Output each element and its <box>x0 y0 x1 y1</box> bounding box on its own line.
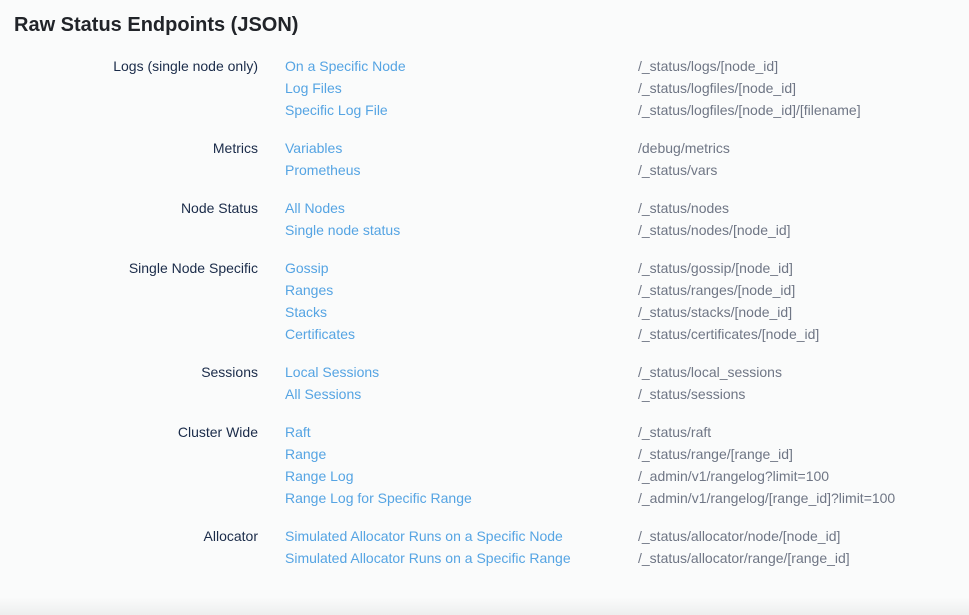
raw-status-endpoints-page: Raw Status Endpoints (JSON) Logs (single… <box>0 12 969 569</box>
category-label: Node Status <box>0 197 258 219</box>
category-label: Metrics <box>0 137 258 159</box>
endpoint-link[interactable]: Single node status <box>258 219 638 241</box>
endpoint-url: /debug/metrics <box>638 137 969 159</box>
endpoint-row: Prometheus/_status/vars <box>0 159 969 181</box>
endpoint-url: /_status/certificates/[node_id] <box>638 323 969 345</box>
endpoint-group: AllocatorSimulated Allocator Runs on a S… <box>0 525 969 569</box>
page-title: Raw Status Endpoints (JSON) <box>14 12 969 38</box>
category-label <box>0 487 258 509</box>
endpoint-row: Specific Log File/_status/logfiles/[node… <box>0 99 969 121</box>
endpoint-link[interactable]: Simulated Allocator Runs on a Specific N… <box>258 525 638 547</box>
endpoint-row: All Sessions/_status/sessions <box>0 383 969 405</box>
endpoint-link[interactable]: On a Specific Node <box>258 55 638 77</box>
category-label <box>0 443 258 465</box>
endpoint-link[interactable]: All Sessions <box>258 383 638 405</box>
endpoint-row: MetricsVariables/debug/metrics <box>0 137 969 159</box>
endpoint-row: Stacks/_status/stacks/[node_id] <box>0 301 969 323</box>
category-label <box>0 159 258 181</box>
category-label <box>0 323 258 345</box>
category-label: Sessions <box>0 361 258 383</box>
endpoint-url: /_status/ranges/[node_id] <box>638 279 969 301</box>
endpoint-row: Simulated Allocator Runs on a Specific R… <box>0 547 969 569</box>
category-label <box>0 547 258 569</box>
endpoint-link[interactable]: Certificates <box>258 323 638 345</box>
endpoint-row: SessionsLocal Sessions/_status/local_ses… <box>0 361 969 383</box>
category-label <box>0 301 258 323</box>
endpoint-link[interactable]: Range Log for Specific Range <box>258 487 638 509</box>
endpoint-row: Range/_status/range/[range_id] <box>0 443 969 465</box>
endpoint-link[interactable]: Gossip <box>258 257 638 279</box>
endpoint-url: /_admin/v1/rangelog?limit=100 <box>638 465 969 487</box>
endpoint-link[interactable]: Stacks <box>258 301 638 323</box>
endpoint-row: Logs (single node only)On a Specific Nod… <box>0 55 969 77</box>
endpoint-row: Single Node SpecificGossip/_status/gossi… <box>0 257 969 279</box>
endpoint-url: /_status/range/[range_id] <box>638 443 969 465</box>
endpoint-url: /_admin/v1/rangelog/[range_id]?limit=100 <box>638 487 969 509</box>
category-label: Single Node Specific <box>0 257 258 279</box>
category-label: Allocator <box>0 525 258 547</box>
endpoint-url: /_status/logfiles/[node_id] <box>638 77 969 99</box>
category-label <box>0 77 258 99</box>
endpoint-url: /_status/allocator/node/[node_id] <box>638 525 969 547</box>
endpoint-url: /_status/nodes/[node_id] <box>638 219 969 241</box>
endpoint-group: Node StatusAll Nodes/_status/nodesSingle… <box>0 197 969 241</box>
endpoint-link[interactable]: Specific Log File <box>258 99 638 121</box>
endpoint-url: /_status/raft <box>638 421 969 443</box>
endpoint-row: AllocatorSimulated Allocator Runs on a S… <box>0 525 969 547</box>
endpoint-url: /_status/logs/[node_id] <box>638 55 969 77</box>
category-label <box>0 383 258 405</box>
endpoint-row: Single node status/_status/nodes/[node_i… <box>0 219 969 241</box>
endpoint-link[interactable]: All Nodes <box>258 197 638 219</box>
endpoint-url: /_status/stacks/[node_id] <box>638 301 969 323</box>
endpoint-row: Certificates/_status/certificates/[node_… <box>0 323 969 345</box>
endpoint-link[interactable]: Prometheus <box>258 159 638 181</box>
endpoint-row: Ranges/_status/ranges/[node_id] <box>0 279 969 301</box>
endpoint-link[interactable]: Ranges <box>258 279 638 301</box>
endpoint-link[interactable]: Simulated Allocator Runs on a Specific R… <box>258 547 638 569</box>
endpoint-link[interactable]: Range <box>258 443 638 465</box>
endpoint-url: /_status/sessions <box>638 383 969 405</box>
endpoint-link[interactable]: Range Log <box>258 465 638 487</box>
category-label <box>0 465 258 487</box>
endpoint-link[interactable]: Local Sessions <box>258 361 638 383</box>
endpoint-url: /_status/nodes <box>638 197 969 219</box>
endpoint-row: Range Log for Specific Range/_admin/v1/r… <box>0 487 969 509</box>
endpoint-group: Single Node SpecificGossip/_status/gossi… <box>0 257 969 345</box>
endpoint-group: MetricsVariables/debug/metricsPrometheus… <box>0 137 969 181</box>
endpoint-groups: Logs (single node only)On a Specific Nod… <box>0 55 969 569</box>
category-label <box>0 279 258 301</box>
endpoint-url: /_status/gossip/[node_id] <box>638 257 969 279</box>
category-label <box>0 219 258 241</box>
endpoint-row: Log Files/_status/logfiles/[node_id] <box>0 77 969 99</box>
endpoint-group: Cluster WideRaft/_status/raftRange/_stat… <box>0 421 969 509</box>
endpoint-row: Cluster WideRaft/_status/raft <box>0 421 969 443</box>
endpoint-url: /_status/logfiles/[node_id]/[filename] <box>638 99 969 121</box>
endpoint-row: Node StatusAll Nodes/_status/nodes <box>0 197 969 219</box>
endpoint-link[interactable]: Raft <box>258 421 638 443</box>
endpoint-url: /_status/allocator/range/[range_id] <box>638 547 969 569</box>
endpoint-link[interactable]: Variables <box>258 137 638 159</box>
endpoint-url: /_status/vars <box>638 159 969 181</box>
endpoint-url: /_status/local_sessions <box>638 361 969 383</box>
endpoint-link[interactable]: Log Files <box>258 77 638 99</box>
endpoint-group: SessionsLocal Sessions/_status/local_ses… <box>0 361 969 405</box>
category-label: Logs (single node only) <box>0 55 258 77</box>
endpoint-group: Logs (single node only)On a Specific Nod… <box>0 55 969 121</box>
category-label <box>0 99 258 121</box>
endpoint-row: Range Log/_admin/v1/rangelog?limit=100 <box>0 465 969 487</box>
category-label: Cluster Wide <box>0 421 258 443</box>
